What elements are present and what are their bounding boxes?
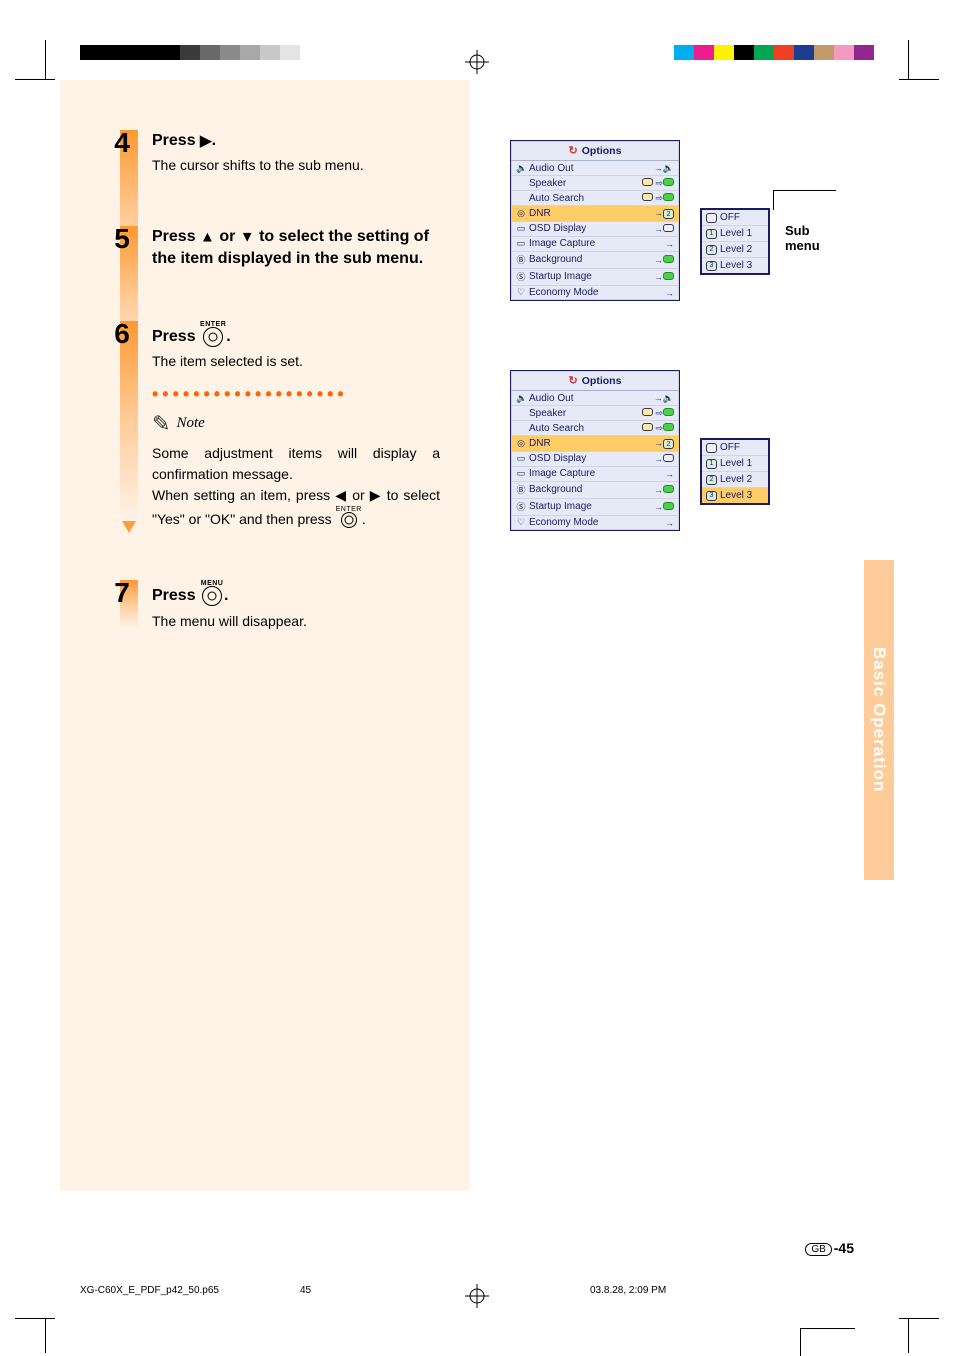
step-title: Press ▶.	[152, 130, 440, 152]
osd-icon: ▭	[516, 223, 526, 234]
step-7: 7 Press MENU. The menu will disappear.	[120, 580, 440, 641]
callout-line	[774, 190, 836, 191]
footer-page: 45	[300, 1285, 311, 1296]
footer-filepath: XG-C60X_E_PDF_p42_50.p65	[80, 1285, 219, 1296]
startup-icon: Ⓢ	[516, 270, 526, 283]
step-number: 7	[105, 577, 139, 609]
registration-mark-top	[465, 50, 489, 74]
osd-illustration-2: ↻Options 🔈Audio Out→🔈 Speaker ⇨ Auto Sea…	[510, 370, 680, 531]
step-desc: The item selected is set.	[152, 352, 440, 372]
osd-submenu: OFF 1Level 1 2Level 2 3Level 3	[700, 208, 770, 275]
enter-button-icon: ENTER	[200, 321, 226, 347]
up-triangle-icon: ▲	[200, 228, 215, 245]
step-title: Press ENTER.	[152, 321, 440, 349]
dnr-icon: ◎	[516, 208, 526, 219]
osd-submenu: OFF 1Level 1 2Level 2 3Level 3	[700, 438, 770, 505]
divider-dots: •••••••••••••••••••	[152, 384, 440, 405]
step-6: 6 Press ENTER. The item selected is set.…	[120, 321, 440, 540]
economy-icon: ♡	[516, 287, 526, 298]
steps-column: 4 Press ▶. The cursor shifts to the sub …	[120, 130, 440, 681]
step-number: 4	[105, 127, 139, 159]
left-triangle-icon: ◀	[335, 487, 347, 503]
enter-button-icon: ENTER	[336, 506, 362, 528]
page: Basic Operation 4 Press ▶. The cursor sh…	[60, 80, 894, 1271]
color-bar	[674, 45, 874, 60]
note-body: Some adjustment items will display a con…	[152, 443, 440, 530]
page-number: GB-45	[805, 1240, 854, 1256]
down-triangle-icon: ▼	[240, 228, 255, 245]
step-4: 4 Press ▶. The cursor shifts to the sub …	[120, 130, 440, 186]
step-title: Press ▲ or ▼ to select the setting of th…	[152, 226, 440, 271]
osd-illustration-1: ↻Options 🔈Audio Out→🔈 Speaker ⇨ Auto Sea…	[510, 140, 680, 301]
section-tab-label: Basic Operation	[869, 647, 889, 792]
bg-icon: Ⓑ	[516, 253, 526, 266]
section-tab: Basic Operation	[864, 560, 894, 880]
osd-panel: ↻Options 🔈Audio Out→🔈 Speaker ⇨ Auto Sea…	[510, 140, 680, 301]
pencil-icon: ✎	[152, 411, 170, 437]
recycle-icon: ↻	[569, 144, 578, 157]
region-badge: GB	[805, 1243, 831, 1256]
osd-panel: ↻Options 🔈Audio Out→🔈 Speaker ⇨ Auto Sea…	[510, 370, 680, 531]
speaker-out-icon: 🔈	[516, 163, 526, 174]
grayscale-bar	[80, 45, 300, 60]
step-number: 6	[105, 318, 139, 350]
menu-button-icon: MENU	[200, 580, 224, 606]
registration-mark-bottom	[465, 1284, 489, 1308]
step-desc: The cursor shifts to the sub menu.	[152, 156, 440, 176]
recycle-icon: ↻	[569, 374, 578, 387]
callout-label: Sub menu	[785, 223, 820, 253]
step-5: 5 Press ▲ or ▼ to select the setting of …	[120, 226, 440, 281]
camera-icon: ▭	[516, 238, 526, 249]
step-number: 5	[105, 223, 139, 255]
step-desc: The menu will disappear.	[152, 612, 440, 632]
footer-timestamp: 03.8.28, 2:09 PM	[590, 1285, 666, 1296]
right-triangle-icon: ▶	[200, 132, 212, 149]
right-triangle-icon: ▶	[370, 487, 382, 503]
step-title: Press MENU.	[152, 580, 440, 608]
note-heading: ✎ Note	[152, 411, 440, 437]
